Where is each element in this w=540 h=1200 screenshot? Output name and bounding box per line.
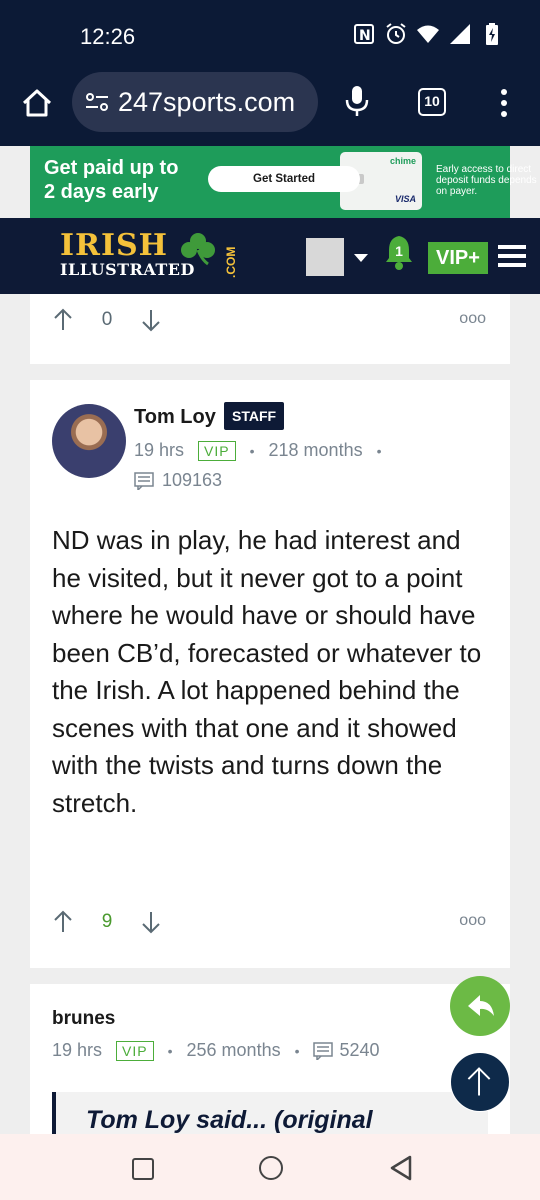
post-count-row: 109163	[134, 470, 222, 491]
logo-illustrated: ILLUSTRATED	[60, 260, 195, 279]
vip-badge: VIP	[198, 440, 236, 461]
arrow-up-icon	[467, 1067, 491, 1096]
vote-count: 0	[101, 309, 113, 330]
microphone-icon[interactable]	[344, 84, 370, 118]
back-triangle-icon[interactable]	[388, 1154, 414, 1182]
separator-dot: •	[249, 442, 255, 459]
upvote-icon[interactable]	[52, 308, 74, 332]
ad-headline: Get paid up to 2 days early	[44, 157, 179, 203]
irish-illustrated-logo[interactable]: IRISH ILLUSTRATED .COM	[58, 228, 248, 286]
logo-irish: IRISH	[60, 228, 169, 263]
user-avatar[interactable]	[306, 238, 344, 276]
reply-icon	[468, 995, 494, 1016]
home-button[interactable]	[259, 1156, 283, 1180]
vote-row: 0	[52, 308, 162, 332]
battery-icon	[486, 23, 498, 45]
post-time: 19 hrs	[134, 440, 185, 460]
chime-ad-banner[interactable]: Get paid up to 2 days early chime VISA G…	[30, 146, 537, 218]
status-bar: 12:26 N	[0, 0, 540, 68]
browser-toolbar: 247sports.com 10	[0, 68, 540, 146]
wifi-icon	[417, 25, 439, 43]
downvote-icon[interactable]	[140, 308, 162, 332]
author-avatar[interactable]	[52, 404, 126, 478]
address-bar[interactable]: 247sports.com	[72, 72, 318, 132]
signal-icon	[450, 24, 470, 44]
post-body: ND was in play, he had interest and he v…	[52, 525, 482, 818]
site-header: IRISH ILLUSTRATED .COM 1 VIP+	[0, 218, 540, 294]
logo-com: .COM	[224, 246, 238, 278]
site-settings-icon[interactable]	[84, 89, 110, 115]
reply-button[interactable]	[450, 976, 510, 1036]
vote-row: 9	[52, 910, 162, 934]
status-icons: N	[352, 22, 504, 46]
nfc-icon: N	[354, 24, 374, 44]
scroll-to-top-button[interactable]	[450, 1052, 510, 1112]
reply-tenure: 256 months	[186, 1040, 281, 1060]
reply-meta: 19 hrs VIP • 256 months • 5240	[52, 1040, 380, 1061]
notification-count: 1	[395, 243, 403, 259]
message-icon	[313, 1041, 334, 1060]
quoted-post[interactable]: Tom Loy said... (original	[52, 1092, 488, 1134]
previous-post-card: 0 ooo	[30, 294, 510, 364]
system-nav-bar	[0, 1134, 540, 1200]
chevron-down-icon[interactable]	[354, 254, 368, 262]
staff-badge: STAFF	[224, 402, 285, 430]
quote-attribution: Tom Loy said... (original	[86, 1106, 373, 1134]
recents-button[interactable]	[132, 1158, 154, 1180]
alarm-icon	[386, 23, 406, 44]
upvote-icon[interactable]	[52, 910, 74, 934]
reply-author-name[interactable]: brunes	[52, 1008, 115, 1030]
card-brand: chime	[389, 156, 416, 166]
ad-get-started-button[interactable]: Get Started	[208, 166, 360, 192]
reply-time: 19 hrs	[52, 1040, 103, 1060]
menu-icon[interactable]	[498, 244, 526, 268]
separator-dot: •	[294, 1042, 300, 1059]
card-network: VISA	[394, 194, 416, 204]
svg-text:N: N	[359, 28, 371, 44]
separator-dot: •	[167, 1042, 173, 1059]
post-card: Tom Loy STAFF 19 hrs VIP • 218 months • …	[30, 380, 510, 968]
notification-bell-icon[interactable]: 1	[384, 232, 414, 272]
reply-post-count: 5240	[339, 1040, 380, 1060]
vip-badge: VIP	[116, 1040, 154, 1061]
more-options-button[interactable]: ooo	[459, 310, 486, 328]
vip-plus-button[interactable]: VIP+	[428, 242, 488, 274]
url-text: 247sports.com	[118, 86, 296, 117]
tab-switcher-button[interactable]: 10	[418, 88, 446, 116]
downvote-icon[interactable]	[140, 910, 162, 934]
reply-card: brunes 19 hrs VIP • 256 months • 5240 To…	[30, 984, 510, 1134]
post-meta: 19 hrs VIP • 218 months •	[134, 440, 381, 461]
member-tenure: 218 months	[268, 440, 363, 460]
message-icon	[134, 471, 154, 490]
vote-count: 9	[101, 911, 113, 932]
more-options-button[interactable]: ooo	[459, 912, 486, 930]
ad-fine-print: Early access to direct deposit funds dep…	[436, 164, 537, 197]
home-icon[interactable]	[20, 86, 54, 120]
author-name[interactable]: Tom Loy	[134, 406, 216, 429]
author-post-count: 109163	[162, 470, 223, 490]
more-vert-icon[interactable]	[494, 86, 514, 120]
status-time: 12:26	[80, 24, 136, 49]
separator-dot: •	[376, 442, 382, 459]
